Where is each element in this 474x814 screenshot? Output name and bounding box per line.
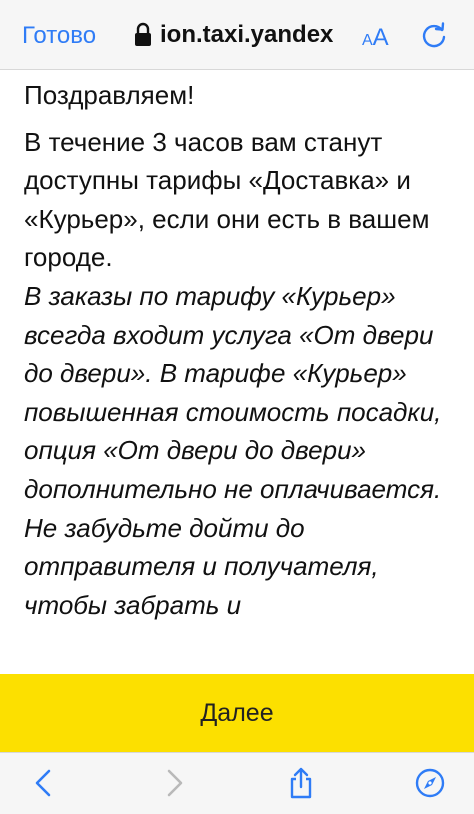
info-text: В течение 3 часов вам станут доступны та… <box>24 126 430 273</box>
text-size-button[interactable]: AA <box>362 24 389 52</box>
page-content: Поздравляем! В течение 3 часов вам стану… <box>24 76 454 624</box>
forward-icon[interactable] <box>158 767 190 799</box>
italic-note-text: В заказы по тарифу «Курьер» всегда входи… <box>24 280 442 620</box>
share-icon[interactable] <box>285 767 317 799</box>
next-button[interactable]: Далее <box>0 674 474 752</box>
done-button[interactable]: Готово <box>22 22 96 50</box>
reload-icon[interactable] <box>420 22 448 50</box>
browser-bottom-toolbar <box>0 752 474 814</box>
back-icon[interactable] <box>28 767 60 799</box>
compass-icon[interactable] <box>414 767 446 799</box>
lock-icon <box>135 22 151 46</box>
url-field[interactable]: ion.taxi.yandex <box>160 21 333 49</box>
text-size-small-label: A <box>362 32 373 49</box>
text-size-big-label: A <box>372 24 389 51</box>
congrats-text: Поздравляем! <box>24 80 195 110</box>
browser-top-bar: Готово ion.taxi.yandex AA <box>0 0 474 70</box>
